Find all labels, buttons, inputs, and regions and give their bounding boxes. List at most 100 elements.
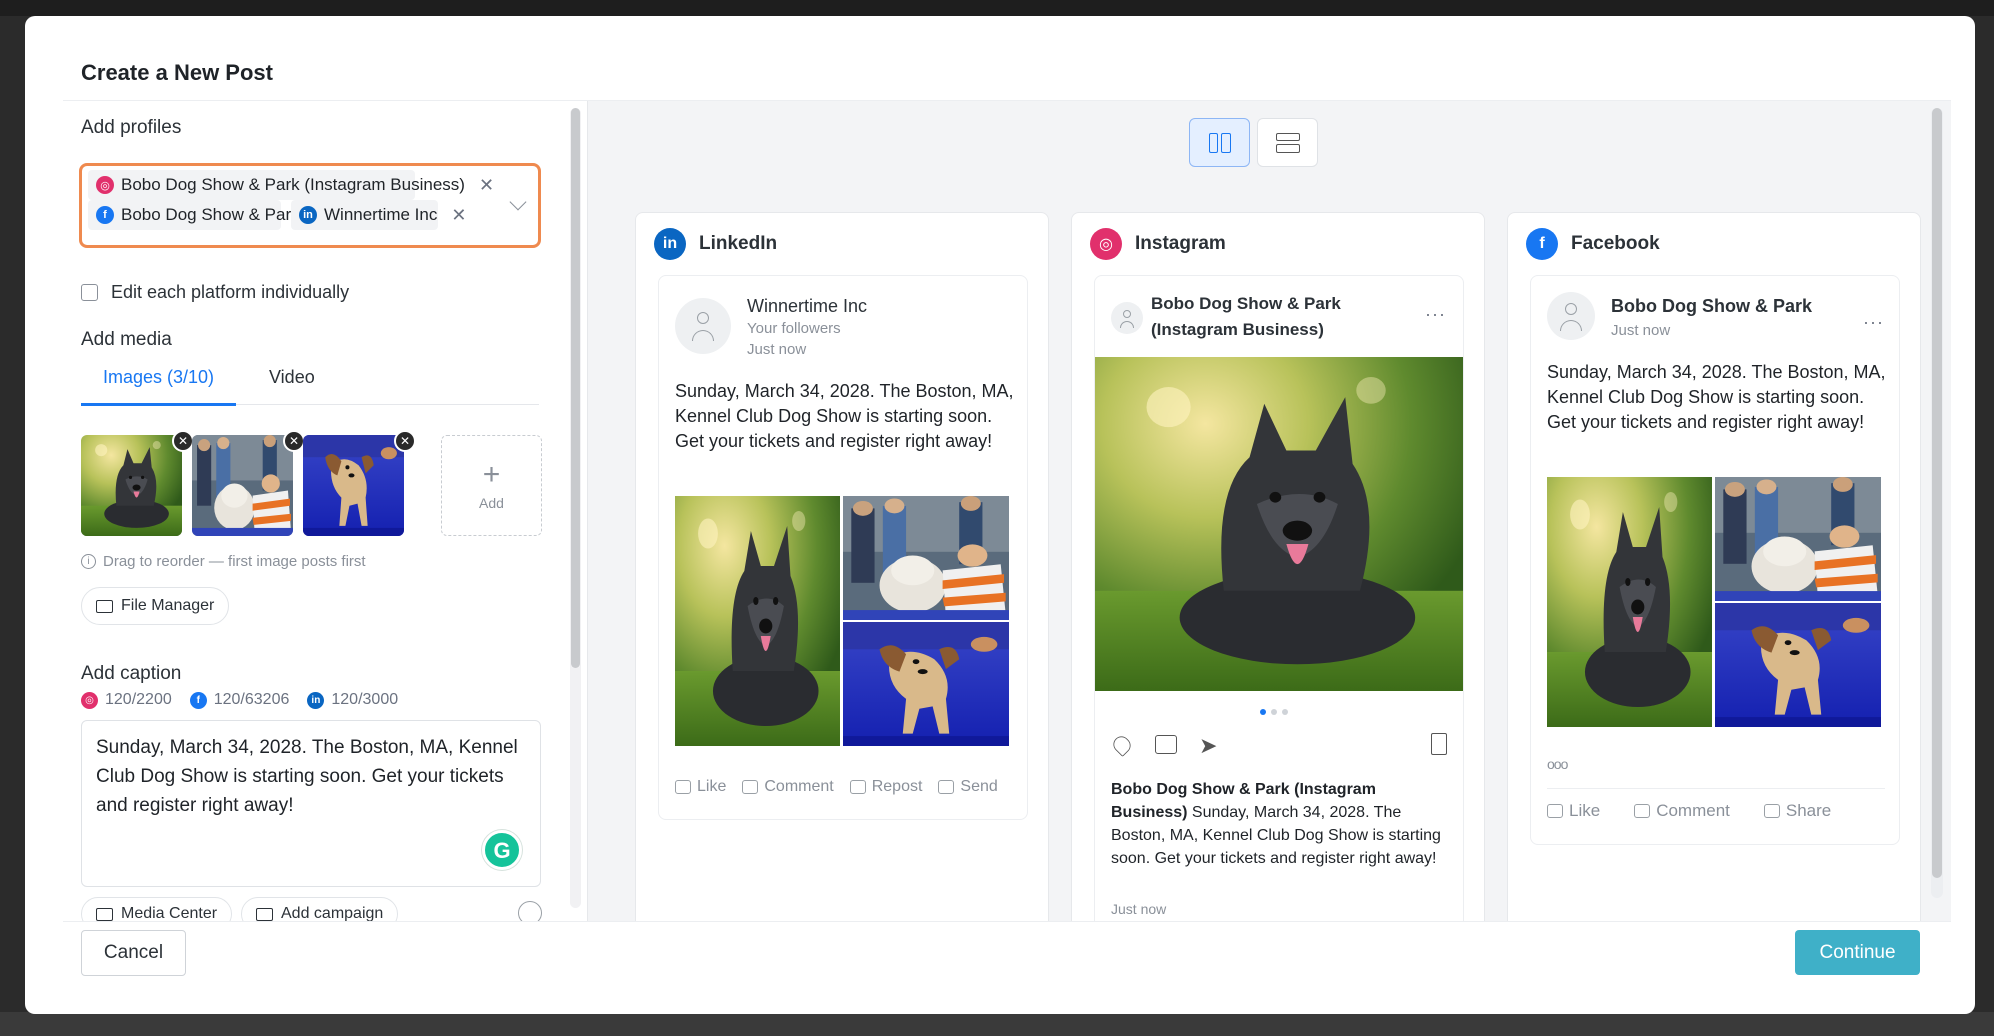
tab-images[interactable]: Images (3/10) [80,365,237,406]
like-button[interactable]: Like [675,778,726,796]
add-caption-label: Add caption [81,663,182,684]
linkedin-actions: Like Comment Repost Send [675,778,1014,796]
footer-divider [63,921,1951,922]
repost-button[interactable]: Repost [849,778,922,796]
facebook-icon: f [96,206,114,224]
megaphone-icon [256,907,273,921]
share-icon[interactable]: ➤ [1199,733,1217,759]
thumbs-up-icon [1547,804,1563,818]
linkedin-post: Winnertime Inc Your followers Just now S… [658,275,1028,820]
compose-scrollbar[interactable] [570,108,581,908]
app-backdrop-top [0,0,1994,16]
like-label: Like [697,778,727,795]
comment-label: Comment [1656,801,1730,820]
avatar [1547,292,1595,340]
linkedin-icon: in [299,206,317,224]
instagram-caption: Bobo Dog Show & Park (Instagram Business… [1111,778,1451,870]
tab-video[interactable]: Video [269,365,315,405]
remove-media-icon[interactable]: ✕ [394,430,416,452]
like-button[interactable]: Like [1547,801,1600,821]
remove-media-icon[interactable]: ✕ [172,430,194,452]
facebook-author: Bobo Dog Show & Park [1611,296,1813,316]
profile-chip-linkedin: in Winnertime Inc ✕ [291,200,466,230]
preview-scrollbar[interactable] [1931,108,1943,898]
remove-media-icon[interactable]: ✕ [283,430,305,452]
repost-icon [849,780,866,794]
reorder-hint: i Drag to reorder — first image posts fi… [81,553,366,570]
thumbs-up-icon [675,780,691,794]
add-campaign-label: Add campaign [281,905,384,921]
facebook-preview-header: f Facebook [1526,228,1660,260]
rows-icon [1275,132,1300,153]
comment-button[interactable]: Comment [742,778,834,796]
instagram-icon: ◎ [1090,228,1122,260]
linkedin-preview-card: in LinkedIn Winnertime Inc Your follower… [635,212,1049,921]
file-manager-label: File Manager [121,597,215,614]
more-options-icon[interactable]: ··· [1425,304,1446,325]
facebook-icon: f [1526,228,1558,260]
comment-button[interactable]: Comment [1634,801,1730,821]
instagram-preview-card: ◎ Instagram Bobo Dog Show & Park (Instag… [1071,212,1485,921]
profile-selector[interactable]: ◎ Bobo Dog Show & Park (Instagram Busine… [79,163,541,248]
comment-icon[interactable] [1155,735,1177,754]
more-options-icon[interactable]: ··· [1863,312,1884,333]
instagram-preview-title: Instagram [1135,233,1226,254]
caption-counts: ◎ 120/2200 f 120/63206 in 120/3000 [81,691,416,709]
emoji-icon[interactable] [518,901,542,921]
linkedin-count: in 120/3000 [307,691,398,709]
heart-icon[interactable] [1110,733,1134,757]
linkedin-count-value: 120/3000 [331,691,399,708]
columns-layout-button[interactable] [1189,118,1250,167]
linkedin-icon: in [307,691,325,709]
facebook-actions: Like Comment Share [1547,801,1847,821]
media-thumbnail[interactable] [303,435,404,536]
like-label: Like [1569,801,1601,820]
linkedin-post-text: Sunday, March 34, 2028. The Boston, MA, … [675,381,1014,451]
preview-scrollbar-thumb[interactable] [1932,108,1942,878]
remove-chip-icon[interactable]: ✕ [451,205,466,226]
send-button[interactable]: Send [938,778,998,796]
add-media-button[interactable]: + Add [441,435,542,536]
linkedin-icon: in [654,228,686,260]
rows-layout-button[interactable] [1257,118,1318,167]
share-label: Share [1785,801,1832,820]
post-image [1547,477,1712,727]
media-center-label: Media Center [121,905,218,921]
avatar [675,298,731,354]
instagram-post: Bobo Dog Show & Park (Instagram Business… [1094,275,1464,921]
caption-textarea[interactable]: Sunday, March 34, 2028. The Boston, MA, … [81,720,541,887]
file-manager-button[interactable]: File Manager [81,587,230,625]
bookmark-icon[interactable] [1431,733,1447,755]
dog-image [81,435,182,536]
linkedin-timestamp: Just now [747,341,807,358]
preview-panel: in LinkedIn Winnertime Inc Your follower… [588,101,1951,921]
remove-chip-icon[interactable]: ✕ [479,175,494,196]
share-button[interactable]: Share [1763,801,1832,821]
edit-each-label: Edit each platform individually [111,282,350,302]
compose-scrollbar-thumb[interactable] [571,108,580,668]
add-media-label: Add [479,494,504,511]
instagram-preview-header: ◎ Instagram [1090,228,1226,260]
facebook-count-value: 120/63206 [213,691,290,708]
media-thumbnail[interactable] [192,435,293,536]
media-center-button[interactable]: Media Center [81,897,233,921]
linkedin-audience: Your followers [747,320,841,337]
comment-label: Comment [764,778,834,795]
add-campaign-button[interactable]: Add campaign [241,897,399,921]
cancel-button[interactable]: Cancel [81,930,186,976]
facebook-post-text: Sunday, March 34, 2028. The Boston, MA, … [1547,362,1886,432]
edit-each-checkbox[interactable] [81,284,98,301]
grammarly-icon[interactable]: G [482,830,522,870]
chevron-down-icon[interactable] [509,193,527,211]
media-thumbnail[interactable] [81,435,182,536]
add-media-label: Add media [81,329,172,350]
instagram-icon: ◎ [81,691,98,709]
post-image [843,496,1009,620]
linkedin-author: Winnertime Inc [747,296,868,316]
post-image [1095,357,1463,691]
columns-icon [1208,132,1231,153]
continue-button[interactable]: Continue [1795,930,1920,975]
share-icon [1763,804,1780,818]
edit-each-platform[interactable]: Edit each platform individually [81,282,349,303]
comment-icon [1634,804,1651,818]
